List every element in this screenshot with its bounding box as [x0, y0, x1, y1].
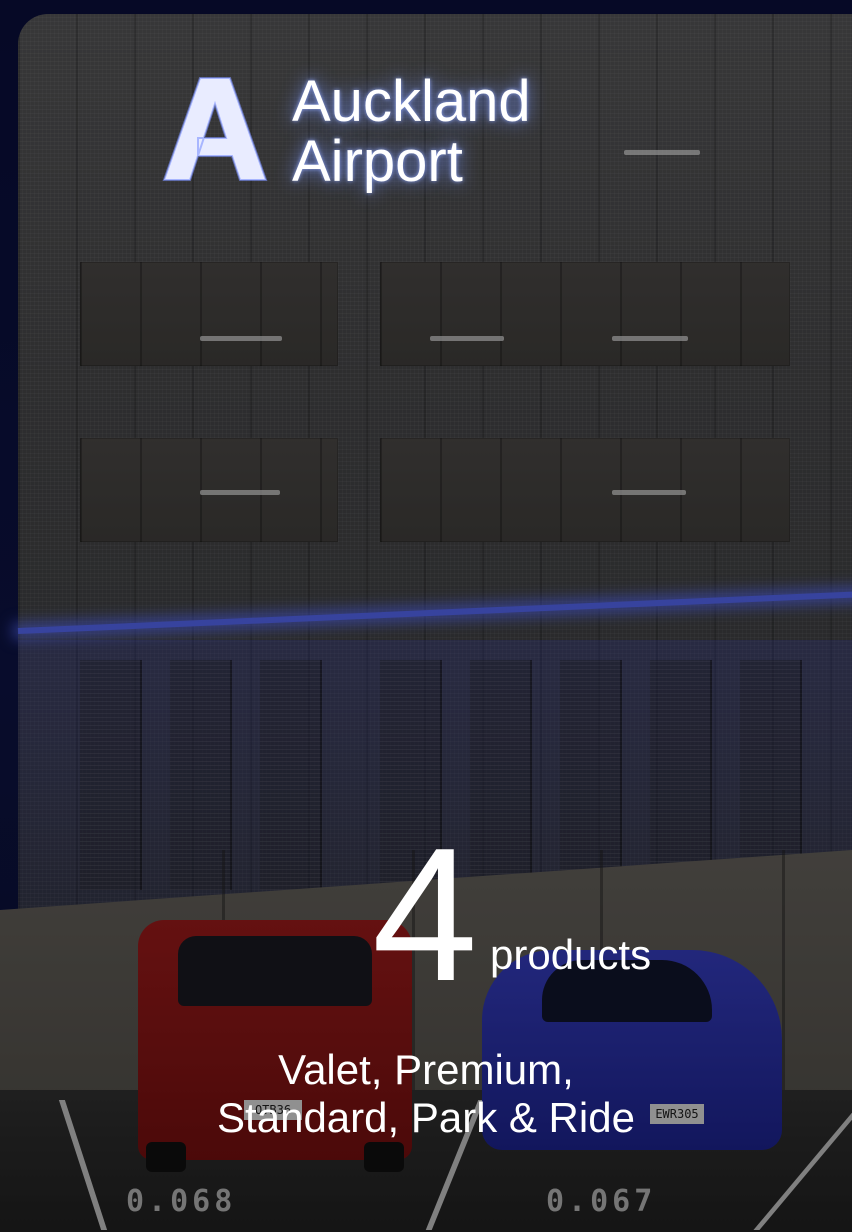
- parking-building-photo: 0.068 0.067 OTB36 EWR305 Auckland Airpor…: [0, 0, 852, 1232]
- stat-unit: products: [490, 931, 652, 978]
- stat-description-line-1: Valet, Premium,: [278, 1046, 574, 1093]
- auckland-airport-logo: Auckland Airport: [162, 72, 562, 196]
- logo-line-1: Auckland: [292, 69, 531, 134]
- logo-wordmark: Auckland Airport: [292, 72, 531, 192]
- stat-description: Valet, Premium, Standard, Park & Ride: [0, 1046, 852, 1142]
- airport-a-logo-icon: [162, 77, 268, 181]
- stat-description-line-2: Standard, Park & Ride: [217, 1094, 635, 1141]
- logo-line-2: Airport: [292, 129, 463, 194]
- stat-number: 4: [372, 809, 478, 1021]
